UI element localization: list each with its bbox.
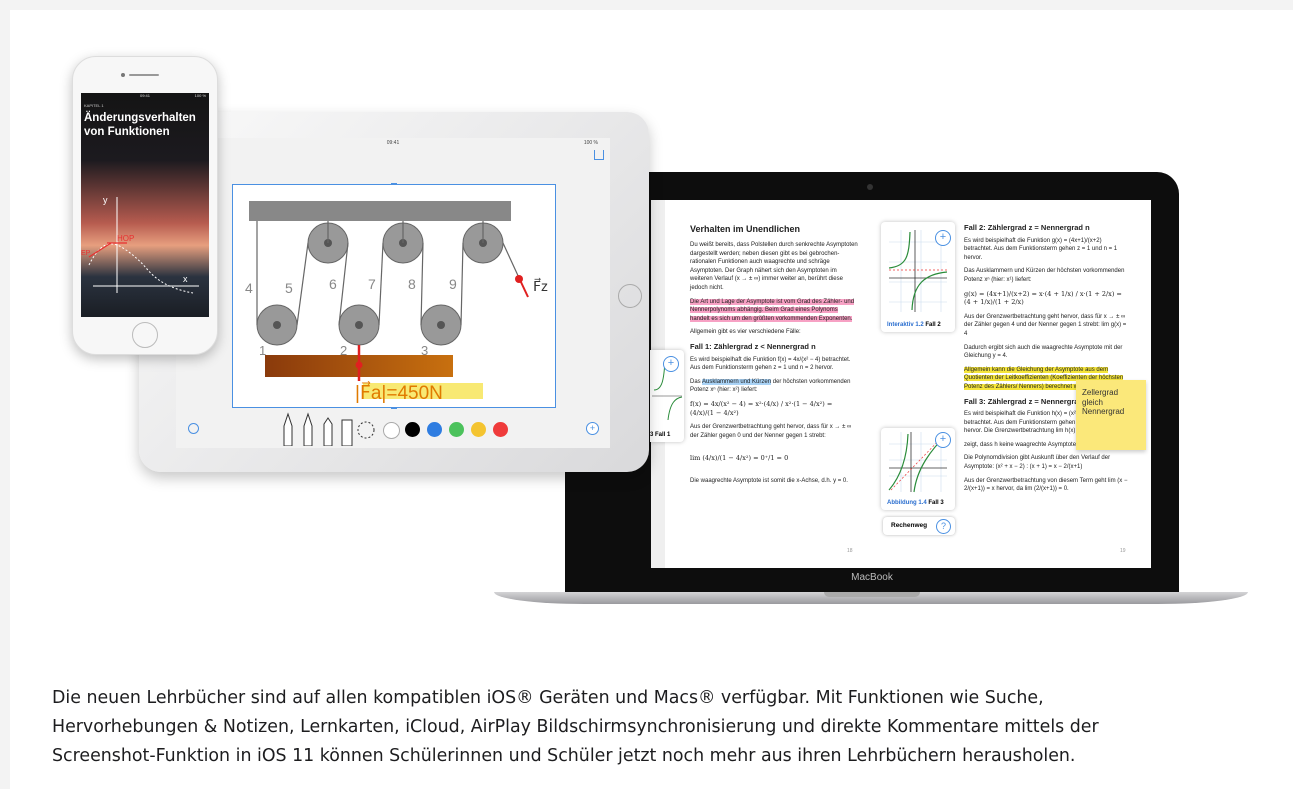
speaker [129, 74, 159, 76]
page-title: Verhalten im Unendlichen [690, 224, 801, 234]
card-caption: Abbildung 1.4 Fall 3 [887, 500, 944, 506]
color-swatch[interactable] [449, 422, 464, 437]
sticky-note[interactable]: Zellergrad gleich Nennergrad [1076, 380, 1146, 450]
camera-icon [121, 73, 125, 77]
rechenweg-button[interactable]: Rechenweg ? [883, 517, 955, 535]
resize-handle[interactable] [391, 183, 397, 185]
paragraph: Die waagrechte Asymptote ist somit die x… [690, 477, 848, 484]
card-caption: 3 Fall 1 [650, 432, 671, 438]
book-page-right: Fall 2: Zählergrad z = Nennergrad n Es w… [964, 223, 1130, 499]
point-label: HOP [117, 234, 134, 243]
paragraph: Es wird beispielhaft die Funktion f(x) =… [690, 356, 851, 372]
paragraph: Es wird beispielhaft die Funktion g(x) =… [964, 237, 1118, 261]
highlighted-text[interactable]: Die Art und Lage der Asymptote ist vom G… [690, 298, 855, 322]
pulley-number: 9 [449, 276, 457, 292]
formula: f(x) = 4x/(x² − 4) = x²·(4/x) / x²·(1 − … [690, 399, 833, 417]
formula: g(x) = (4x+1)/(x+2) = x·(4 + 1/x) / x·(1… [964, 289, 1122, 307]
axis-label: y [103, 195, 108, 205]
caption-line: Die neuen Lehrbücher sind auf allen komp… [52, 688, 1044, 708]
figure-graph-card[interactable]: + Abbildung 1.4 Fall 3 [881, 428, 955, 510]
add-icon[interactable]: + [586, 422, 599, 435]
paragraph-pre: Das [690, 378, 703, 385]
pulley-number: 7 [368, 276, 376, 292]
paragraph: Allgemein gibt es vier verschiedene Fäll… [690, 329, 801, 336]
card-caption: Interaktiv 1.2 Fall 2 [887, 322, 941, 328]
paragraph: Das Ausklammern und Kürzen der höchsten … [964, 268, 1125, 283]
book-page-left: Verhalten im Unendlichen Du weißt bereit… [690, 224, 858, 490]
section-heading: Fall 1: Zählergrad z < Nennergrad n [690, 341, 816, 351]
share-icon[interactable] [594, 150, 604, 160]
page-number: 19 [1120, 548, 1126, 554]
help-icon[interactable]: ? [936, 519, 951, 534]
paragraph: Dadurch ergibt sich auch die waagrechte … [964, 344, 1123, 360]
camera-icon [867, 184, 873, 190]
description-text: Die neuen Lehrbücher sind auf allen komp… [52, 684, 1252, 771]
markup-toolbar: + [176, 408, 610, 448]
rechenweg-label: Rechenweg [891, 522, 928, 529]
drawing-tools[interactable] [276, 408, 396, 446]
paragraph: Aus der Grenzwertbetrachtung geht hervor… [690, 424, 852, 439]
home-button[interactable] [618, 284, 642, 308]
pulley-number: 4 [245, 280, 253, 296]
status-time: 09:41 [386, 140, 400, 146]
caption-line: Hervorhebungen & Notizen, Lernkarten, iC… [52, 717, 1099, 737]
axis-label: x [183, 274, 188, 284]
paragraph: Die Polynomdivision gibt Auskunft über d… [964, 455, 1111, 471]
highlighted-text[interactable]: Ausklammern und Kürzen [702, 378, 772, 385]
paragraph: Aus der Grenzwertbetrachtung von diesem … [964, 477, 1128, 493]
color-swatch[interactable] [405, 422, 420, 437]
formula: lim (4/x)/(1 − 4/x²) = 0⁺/1 = 0 [690, 454, 789, 463]
macbook-label: MacBook [851, 572, 893, 583]
pulley-number: 5 [285, 280, 293, 296]
handwritten-annotation: |F⃗a|=450N [355, 381, 443, 404]
chapter-graphic: y x HOP EP [81, 195, 199, 294]
left-graph-card[interactable]: + 3 Fall 1 [650, 350, 684, 442]
add-icon[interactable]: + [663, 356, 679, 372]
color-swatch[interactable] [383, 422, 400, 439]
paragraph: Aus der Grenzwertbetrachtung geht hervor… [964, 313, 1127, 337]
markup-canvas[interactable]: F⃗z 4 5 6 7 8 9 1 2 3 |F⃗a|=450N [232, 183, 556, 409]
pulley-number: 8 [408, 276, 416, 292]
force-label: F⃗z [533, 277, 548, 294]
macbook-notch [824, 592, 920, 597]
paragraph: Du weißt bereits, dass Polstellen durch … [690, 242, 858, 291]
iphone-screen: 09:41 100 % KAPITEL 1 Änderungsverhalten … [81, 93, 209, 317]
ipad-screen: 09:41 100 % F⃗z 4 5 6 7 8 9 1 2 3 |F⃗a|=… [176, 138, 610, 448]
point-label: EP [81, 250, 91, 257]
pulley-diagram: F⃗z 4 5 6 7 8 9 1 2 3 |F⃗a|=450N [245, 201, 548, 404]
undo-icon[interactable] [188, 423, 199, 434]
color-swatch[interactable] [427, 422, 442, 437]
color-swatch[interactable] [471, 422, 486, 437]
add-icon[interactable]: + [935, 432, 951, 448]
page-number: 18 [847, 548, 853, 554]
status-bar: 09:41 100 % [176, 138, 610, 148]
caption-line: Screenshot-Funktion in iOS 11 können Sch… [52, 746, 1076, 766]
color-swatch[interactable] [493, 422, 508, 437]
status-battery: 100 % [583, 140, 598, 146]
home-button[interactable] [132, 322, 158, 348]
interactive-graph-card[interactable]: + Interaktiv 1.2 Fall 2 [881, 222, 955, 332]
pulley-number: 6 [329, 276, 337, 292]
section-heading: Fall 2: Zählergrad z = Nennergrad n [964, 223, 1090, 232]
add-icon[interactable]: + [935, 230, 951, 246]
iphone: 09:41 100 % KAPITEL 1 Änderungsverhalten … [72, 56, 218, 355]
